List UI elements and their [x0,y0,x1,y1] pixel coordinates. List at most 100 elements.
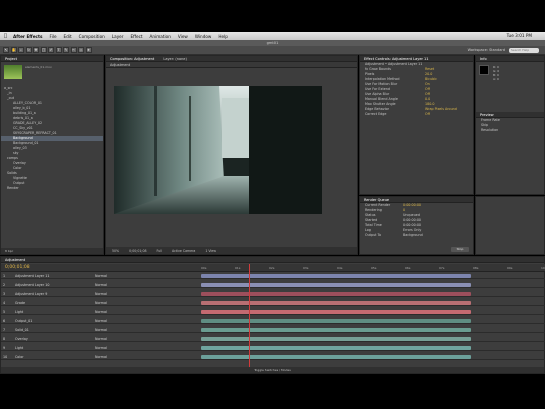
menu-extras: Tue 3:01 PM [507,33,539,38]
pen-tool-icon[interactable]: ✐ [48,47,54,53]
project-folder[interactable]: Render [1,186,103,191]
project-footer: 8 bpc [1,248,103,254]
render-stop-button[interactable]: Stop [451,247,469,252]
layer-info: 9 Light Normal [3,345,198,351]
magnification-select[interactable]: 50% [112,249,119,253]
layer-name[interactable]: Output_01 [15,318,95,324]
layer-mode-select[interactable]: Normal [95,310,107,314]
layer-info: 2 Adjustment Layer 10 Normal [3,282,198,288]
brush-tool-icon[interactable]: ✎ [63,47,69,53]
effect-row[interactable]: Correct Edge Off [360,112,473,117]
layer-mode-select[interactable]: Normal [95,337,107,341]
layer-row[interactable]: 9 Light Normal [1,345,545,351]
layer-duration-bar[interactable] [201,310,471,314]
rotate-tool-icon[interactable]: ↻ [25,47,32,53]
menu-file[interactable]: File [50,34,57,39]
menu-window[interactable]: Window [195,34,212,39]
layer-mode-select[interactable]: Normal [95,274,107,278]
layer-name[interactable]: Solid_01 [15,327,95,333]
zoom-tool-icon[interactable]: ⌕ [18,47,24,53]
clone-tool-icon[interactable]: ✂ [70,47,77,53]
layer-duration-bar[interactable] [201,274,471,278]
current-time-display[interactable]: 0;00;01;08 [129,249,146,253]
view-layout-select[interactable]: 1 View [205,249,216,253]
layer-duration-bar[interactable] [201,328,471,332]
time-ruler[interactable]: 00s 01s 02s 03s 04s 05s 06s 07s 08s 09s 10s [201,264,545,272]
layer-mode-select[interactable]: Normal [95,328,107,332]
empty-panel [475,196,545,255]
eraser-tool-icon[interactable]: ◇ [78,47,84,53]
layer-row[interactable]: 2 Adjustment Layer 10 Normal [1,282,545,288]
layer-duration-bar[interactable] [201,292,471,296]
menu-composition[interactable]: Composition [79,34,105,39]
layer-duration-bar[interactable] [201,283,471,287]
layer-number: 2 [3,283,6,287]
timeline-tab[interactable]: Adjustment [1,257,544,263]
apple-menu-icon[interactable]:  [4,33,7,39]
layer-mode-select[interactable]: Normal [95,346,107,350]
layer-name[interactable]: Overlay [15,336,95,342]
layer-name[interactable]: Light [15,345,95,351]
ruler-tick-label: 06s [405,266,411,270]
layer-info: 4 Grade Normal [3,300,198,306]
composition-subtab[interactable]: Adjustment [106,62,357,68]
layer-info: 1 Adjustment Layer 11 Normal [3,273,198,279]
selection-tool-icon[interactable]: ↖ [3,47,9,53]
clock[interactable]: Tue 3:01 PM [507,33,532,38]
layer-name[interactable]: Adjustment Layer 10 [15,282,95,288]
layer-mode-select[interactable]: Normal [95,283,107,287]
menu-edit[interactable]: Edit [64,34,72,39]
render-panel: Render Queue Current Render 0:00:00:00 Re… [359,196,474,255]
layer-mode-select[interactable]: Normal [95,292,107,296]
layer-name[interactable]: Grade [15,300,95,306]
color-swatch [479,65,489,75]
rectangle-tool-icon[interactable]: □ [40,47,47,53]
workspace-label: Workspace: Standard [467,48,505,52]
workspace-select[interactable]: Standard [489,48,505,52]
layer-row[interactable]: 8 Overlay Normal [1,336,545,342]
composition-viewer[interactable] [114,86,322,214]
timeline-footer[interactable]: Toggle Switches / Modes [1,367,544,373]
resolution-select[interactable]: Full [157,249,162,253]
tools-panel: ↖ ✋ ⌕ ↻ ✥ □ ✐ T ✎ ✂ ◇ ★ Workspace: Stand… [0,46,545,55]
menu-help[interactable]: Help [218,34,228,39]
layer-row[interactable]: 6 Output_01 Normal [1,318,545,324]
project-panel: Project elements_01.mov a_src _in _out A… [0,55,104,255]
puppet-tool-icon[interactable]: ★ [85,47,92,53]
ruler-tick-label: 09s [507,266,513,270]
playhead[interactable] [248,264,250,367]
camera-view-select[interactable]: Active Camera [172,249,195,253]
layer-row[interactable]: 4 Grade Normal [1,300,545,306]
hand-tool-icon[interactable]: ✋ [10,47,17,53]
layer-duration-bar[interactable] [201,301,471,305]
layer-row[interactable]: 7 Solid_01 Normal [1,327,545,333]
layer-number: 9 [3,346,6,350]
menu-effect[interactable]: Effect [130,34,142,39]
layer-name[interactable]: Adjustment Layer 11 [15,273,95,279]
timeline-timecode[interactable]: 0;00;01;08 [5,265,30,270]
layer-duration-bar[interactable] [201,319,471,323]
layer-stack: 1 Adjustment Layer 11 Normal 2 Adjustment La… [1,273,545,365]
layer-mode-select[interactable]: Normal [95,355,107,359]
menu-layer[interactable]: Layer [112,34,124,39]
layer-name[interactable]: Light [15,309,95,315]
layer-row[interactable]: 1 Adjustment Layer 11 Normal [1,273,545,279]
layer-row[interactable]: 10 Color Normal [1,354,545,360]
search-help-input[interactable]: Search Help [509,48,539,53]
layer-name[interactable]: Color [15,354,95,360]
layer-mode-select[interactable]: Normal [95,319,107,323]
layer-name[interactable]: Adjustment Layer 9 [15,291,95,297]
layer-duration-bar[interactable] [201,346,471,350]
layer-row[interactable]: 5 Light Normal [1,309,545,315]
layer-duration-bar[interactable] [201,337,471,341]
app-menu[interactable]: After Effects [13,34,43,39]
layer-row[interactable]: 3 Adjustment Layer 9 Normal [1,291,545,297]
type-tool-icon[interactable]: T [55,47,62,53]
menu-animation[interactable]: Animation [150,34,171,39]
ruler-tick-label: 05s [371,266,377,270]
menu-view[interactable]: View [178,34,188,39]
layer-duration-bar[interactable] [201,355,471,359]
preview-row[interactable]: Resolution [476,128,544,133]
camera-tool-icon[interactable]: ✥ [33,47,39,53]
layer-mode-select[interactable]: Normal [95,301,107,305]
